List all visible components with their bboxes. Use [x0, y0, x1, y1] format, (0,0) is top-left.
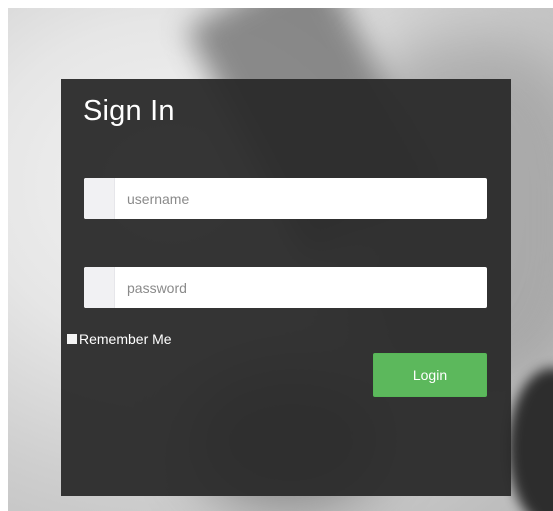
- password-field: [84, 267, 487, 308]
- password-addon: [84, 267, 115, 308]
- remember-me[interactable]: Remember Me: [67, 331, 172, 347]
- username-input[interactable]: [115, 178, 487, 219]
- remember-me-label: Remember Me: [79, 331, 172, 347]
- username-field: [84, 178, 487, 219]
- remember-me-checkbox[interactable]: [67, 334, 77, 344]
- sign-in-title: Sign In: [83, 95, 175, 127]
- login-page: Sign In Remember Me Login: [0, 0, 553, 511]
- username-addon: [84, 178, 115, 219]
- sign-in-panel: Sign In Remember Me Login: [61, 79, 511, 496]
- login-button[interactable]: Login: [373, 353, 487, 397]
- password-input[interactable]: [115, 267, 487, 308]
